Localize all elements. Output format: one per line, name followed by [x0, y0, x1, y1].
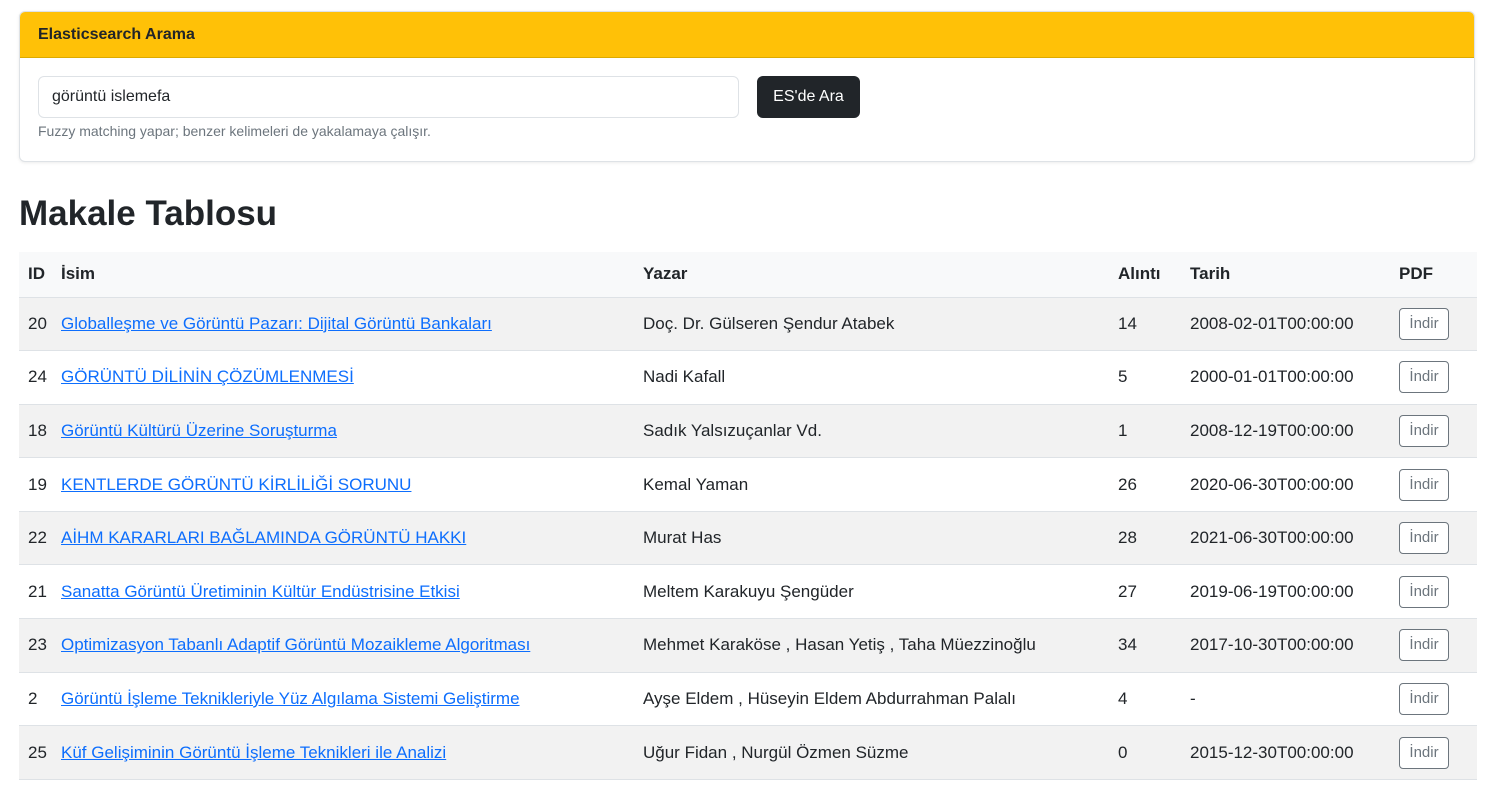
- cell-id: 20: [19, 297, 61, 352]
- header-name: İsim: [61, 252, 643, 298]
- search-card-body: ES'de Ara Fuzzy matching yapar; benzer k…: [20, 58, 1474, 161]
- download-pdf-button[interactable]: İndir: [1399, 414, 1449, 447]
- es-search-button[interactable]: ES'de Ara: [757, 76, 860, 118]
- table-row: 2 Görüntü İşleme Teknikleriyle Yüz Algıla…: [19, 672, 1477, 727]
- cell-citations: 28: [1118, 511, 1190, 566]
- cell-author: Nadi Kafall: [643, 350, 1118, 405]
- cell-date: 2017-10-30T00:00:00: [1190, 618, 1399, 673]
- article-link[interactable]: AİHM KARARLARI BAĞLAMINDA GÖRÜNTÜ HAKKI: [61, 528, 466, 547]
- article-link[interactable]: Optimizasyon Tabanlı Adaptif Görüntü Moz…: [61, 635, 530, 654]
- cell-name: Sanatta Görüntü Üretiminin Kültür Endüst…: [61, 564, 643, 620]
- article-link[interactable]: GÖRÜNTÜ DİLİNİN ÇÖZÜMLENMESİ: [61, 367, 354, 386]
- table-row: 24 GÖRÜNTÜ DİLİNİN ÇÖZÜMLENMESİ Nadi Kafal…: [19, 350, 1477, 405]
- cell-id: 18: [19, 404, 61, 459]
- cell-name: Optimizasyon Tabanlı Adaptif Görüntü Moz…: [61, 618, 643, 673]
- table-row: 19 KENTLERDE GÖRÜNTÜ KİRLİLİĞİ SORUNU Kema…: [19, 457, 1477, 512]
- articles-table: ID İsim Yazar Alıntı Tarih PDF 20 Globall…: [19, 252, 1477, 780]
- header-id: ID: [19, 252, 61, 298]
- cell-pdf: İndir: [1399, 350, 1477, 405]
- cell-name: AİHM KARARLARI BAĞLAMINDA GÖRÜNTÜ HAKKI: [61, 511, 643, 566]
- cell-date: 2008-02-01T00:00:00: [1190, 297, 1399, 352]
- table-row: 20 Globalleşme ve Görüntü Pazarı: Dijital…: [19, 297, 1477, 352]
- cell-pdf: İndir: [1399, 725, 1477, 780]
- cell-date: 2008-12-19T00:00:00: [1190, 404, 1399, 459]
- cell-name: Görüntü İşleme Teknikleriyle Yüz Algılam…: [61, 672, 643, 727]
- cell-name: Globalleşme ve Görüntü Pazarı: Dijital G…: [61, 297, 643, 352]
- page: Elasticsearch Arama ES'de Ara Fuzzy matc…: [0, 0, 1487, 797]
- cell-author: Kemal Yaman: [643, 457, 1118, 512]
- cell-citations: 5: [1118, 350, 1190, 405]
- table-row: 23 Optimizasyon Tabanlı Adaptif Görüntü M…: [19, 618, 1477, 673]
- cell-citations: 34: [1118, 618, 1190, 673]
- cell-id: 2: [19, 672, 61, 727]
- header-date: Tarih: [1190, 252, 1399, 298]
- article-link[interactable]: KENTLERDE GÖRÜNTÜ KİRLİLİĞİ SORUNU: [61, 475, 411, 494]
- cell-citations: 4: [1118, 672, 1190, 727]
- cell-date: 2021-06-30T00:00:00: [1190, 511, 1399, 566]
- cell-date: 2019-06-19T00:00:00: [1190, 564, 1399, 620]
- cell-author: Uğur Fidan , Nurgül Özmen Süzme: [643, 725, 1118, 780]
- cell-id: 25: [19, 725, 61, 780]
- cell-date: 2015-12-30T00:00:00: [1190, 725, 1399, 780]
- cell-name: Küf Gelişiminin Görüntü İşleme Teknikler…: [61, 725, 643, 780]
- page-title: Makale Tablosu: [19, 194, 278, 233]
- cell-date: -: [1190, 672, 1399, 727]
- cell-name: KENTLERDE GÖRÜNTÜ KİRLİLİĞİ SORUNU: [61, 457, 643, 512]
- article-link[interactable]: Görüntü İşleme Teknikleriyle Yüz Algılam…: [61, 689, 520, 708]
- cell-pdf: İndir: [1399, 618, 1477, 673]
- cell-author: Murat Has: [643, 511, 1118, 566]
- search-help-text: Fuzzy matching yapar; benzer kelimeleri …: [38, 123, 431, 139]
- cell-date: 2020-06-30T00:00:00: [1190, 457, 1399, 512]
- download-pdf-button[interactable]: İndir: [1399, 575, 1449, 608]
- header-author: Yazar: [643, 252, 1118, 298]
- search-card: Elasticsearch Arama ES'de Ara Fuzzy matc…: [19, 11, 1475, 162]
- cell-pdf: İndir: [1399, 564, 1477, 620]
- download-pdf-button[interactable]: İndir: [1399, 629, 1449, 662]
- table-row: 25 Küf Gelişiminin Görüntü İşleme Teknikl…: [19, 725, 1477, 780]
- download-pdf-button[interactable]: İndir: [1399, 468, 1449, 501]
- header-citations: Alıntı: [1118, 252, 1190, 298]
- cell-id: 23: [19, 618, 61, 673]
- cell-pdf: İndir: [1399, 511, 1477, 566]
- table-header-row: ID İsim Yazar Alıntı Tarih PDF: [19, 252, 1477, 298]
- article-link[interactable]: Görüntü Kültürü Üzerine Soruşturma: [61, 421, 337, 440]
- cell-id: 22: [19, 511, 61, 566]
- cell-date: 2000-01-01T00:00:00: [1190, 350, 1399, 405]
- article-link[interactable]: Sanatta Görüntü Üretiminin Kültür Endüst…: [61, 582, 460, 601]
- table-row: 18 Görüntü Kültürü Üzerine Soruşturma Sadı…: [19, 404, 1477, 459]
- download-pdf-button[interactable]: İndir: [1399, 361, 1449, 394]
- search-input[interactable]: [38, 76, 739, 118]
- cell-author: Sadık Yalsızuçanlar Vd.: [643, 404, 1118, 459]
- download-pdf-button[interactable]: İndir: [1399, 682, 1449, 715]
- cell-author: Meltem Karakuyu Şengüder: [643, 564, 1118, 620]
- cell-pdf: İndir: [1399, 457, 1477, 512]
- article-link[interactable]: Globalleşme ve Görüntü Pazarı: Dijital G…: [61, 314, 492, 333]
- cell-id: 19: [19, 457, 61, 512]
- article-link[interactable]: Küf Gelişiminin Görüntü İşleme Teknikler…: [61, 743, 446, 762]
- table-row: 22 AİHM KARARLARI BAĞLAMINDA GÖRÜNTÜ HAKK…: [19, 511, 1477, 566]
- cell-citations: 0: [1118, 725, 1190, 780]
- cell-id: 24: [19, 350, 61, 405]
- cell-name: GÖRÜNTÜ DİLİNİN ÇÖZÜMLENMESİ: [61, 350, 643, 405]
- download-pdf-button[interactable]: İndir: [1399, 736, 1449, 769]
- cell-citations: 27: [1118, 564, 1190, 620]
- cell-author: Ayşe Eldem , Hüseyin Eldem Abdurrahman P…: [643, 672, 1118, 727]
- cell-citations: 14: [1118, 297, 1190, 352]
- cell-citations: 1: [1118, 404, 1190, 459]
- header-pdf: PDF: [1399, 252, 1477, 298]
- cell-pdf: İndir: [1399, 672, 1477, 727]
- cell-pdf: İndir: [1399, 297, 1477, 352]
- cell-id: 21: [19, 564, 61, 620]
- cell-name: Görüntü Kültürü Üzerine Soruşturma: [61, 404, 643, 459]
- cell-author: Doç. Dr. Gülseren Şendur Atabek: [643, 297, 1118, 352]
- download-pdf-button[interactable]: İndir: [1399, 307, 1449, 340]
- cell-author: Mehmet Karaköse , Hasan Yetiş , Taha Müe…: [643, 618, 1118, 673]
- download-pdf-button[interactable]: İndir: [1399, 522, 1449, 555]
- search-card-header: Elasticsearch Arama: [20, 12, 1474, 58]
- table-row: 21 Sanatta Görüntü Üretiminin Kültür Endü…: [19, 564, 1477, 620]
- cell-pdf: İndir: [1399, 404, 1477, 459]
- cell-citations: 26: [1118, 457, 1190, 512]
- table-body: 20 Globalleşme ve Görüntü Pazarı: Dijital…: [19, 297, 1477, 780]
